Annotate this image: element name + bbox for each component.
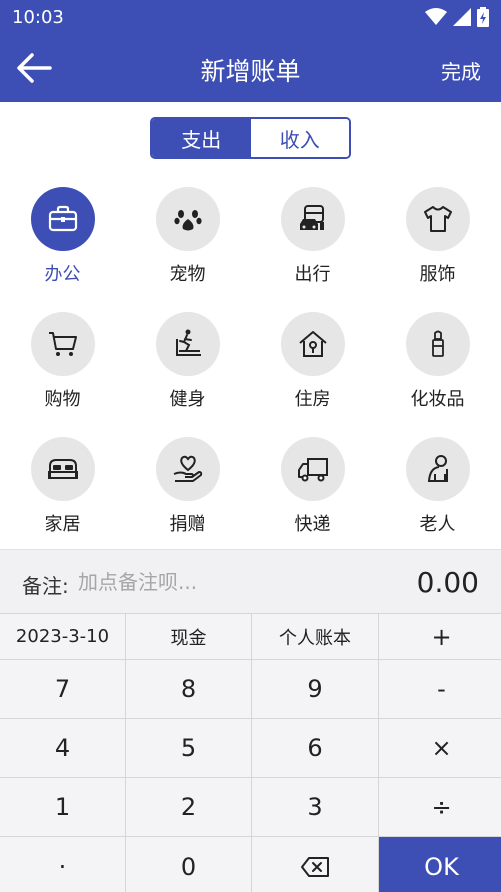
category-label: 家居 [44, 514, 81, 535]
category-icon-circle [30, 437, 95, 501]
backspace-button[interactable] [252, 837, 378, 892]
tab-expense[interactable]: 支出 [152, 119, 251, 157]
vehicles-icon [299, 205, 324, 230]
key-4[interactable]: 4 [0, 719, 125, 777]
lipstick-icon [431, 330, 444, 357]
category-express[interactable]: 快递 [250, 437, 375, 547]
category-label: 化妆品 [410, 389, 465, 410]
signal-icon [453, 8, 471, 26]
divide-key[interactable]: ÷ [379, 778, 501, 836]
category-donation[interactable]: 捐赠 [125, 437, 250, 547]
category-icon-circle [405, 437, 470, 501]
page-title: 新增账单 [200, 57, 301, 86]
note-input[interactable] [78, 564, 338, 600]
category-office[interactable]: 办公 [0, 187, 125, 297]
category-travel[interactable]: 出行 [250, 187, 375, 297]
key-0[interactable]: 0 [126, 837, 251, 892]
tab-income[interactable]: 收入 [250, 119, 349, 157]
category-icon-circle [405, 187, 470, 251]
category-label: 健身 [169, 389, 206, 410]
status-time: 10:03 [12, 6, 64, 28]
category-label: 捐赠 [169, 514, 206, 535]
decimal-key[interactable]: · [0, 837, 125, 892]
category-label: 住房 [294, 389, 331, 410]
category-label: 老人 [419, 514, 456, 535]
done-button[interactable]: 完成 [441, 56, 481, 85]
category-elderly[interactable]: 老人 [375, 437, 500, 547]
house-icon [298, 331, 327, 357]
paw-icon [173, 210, 202, 231]
category-icon-circle [155, 312, 220, 376]
category-icon-circle [280, 187, 345, 251]
key-5[interactable]: 5 [126, 719, 251, 777]
briefcase-icon [48, 205, 77, 232]
note-label: 备注: [22, 574, 69, 598]
category-housing[interactable]: 住房 [250, 312, 375, 422]
category-grid: 办公 宠物 出行 服饰 购物 健身 住房 化妆品 家居 捐赠 快递 老人 [0, 185, 501, 545]
category-icon-circle [155, 437, 220, 501]
category-label: 办公 [44, 264, 81, 285]
key-9[interactable]: 9 [252, 660, 378, 718]
category-icon-circle [280, 312, 345, 376]
category-cosmetics[interactable]: 化妆品 [375, 312, 500, 422]
category-icon-circle [30, 312, 95, 376]
tshirt-icon [423, 206, 452, 232]
category-fitness[interactable]: 健身 [125, 312, 250, 422]
category-icon-circle [280, 437, 345, 501]
truck-icon [297, 458, 328, 482]
ok-button[interactable]: OK [379, 837, 501, 892]
category-label: 服饰 [419, 264, 456, 285]
cart-icon [48, 332, 77, 356]
key-7[interactable]: 7 [0, 660, 125, 718]
category-icon-circle [30, 187, 95, 251]
key-1[interactable]: 1 [0, 778, 125, 836]
category-pet[interactable]: 宠物 [125, 187, 250, 297]
category-label: 宠物 [169, 264, 206, 285]
heart-hand-icon [173, 455, 202, 482]
category-label: 购物 [44, 389, 81, 410]
key-8[interactable]: 8 [126, 660, 251, 718]
keypad: 2023-3-10 现金 个人账本 + 7 8 9 - 4 5 6 × 1 2 … [0, 613, 501, 892]
elder-icon [427, 455, 448, 482]
wifi-icon [425, 8, 447, 25]
category-icon-circle [155, 187, 220, 251]
key-2[interactable]: 2 [126, 778, 251, 836]
category-icon-circle [405, 312, 470, 376]
category-clothing[interactable]: 服饰 [375, 187, 500, 297]
backspace-icon [301, 857, 329, 877]
amount-display: 0.00 [416, 566, 479, 599]
status-icons [425, 7, 489, 27]
type-toggle: 支出 收入 [150, 117, 351, 159]
bed-icon [47, 459, 78, 479]
treadmill-icon [175, 329, 201, 356]
minus-key[interactable]: - [379, 660, 501, 718]
category-shopping[interactable]: 购物 [0, 312, 125, 422]
key-6[interactable]: 6 [252, 719, 378, 777]
note-bar: 备注: 0.00 [0, 549, 501, 613]
category-label: 出行 [294, 264, 331, 285]
plus-key[interactable]: + [379, 614, 501, 659]
multiply-key[interactable]: × [379, 719, 501, 777]
category-home[interactable]: 家居 [0, 437, 125, 547]
book-selector[interactable]: 个人账本 [252, 614, 378, 659]
battery-icon [477, 7, 489, 27]
account-selector[interactable]: 现金 [126, 614, 251, 659]
status-bar: 10:03 [0, 0, 501, 34]
key-3[interactable]: 3 [252, 778, 378, 836]
date-picker-button[interactable]: 2023-3-10 [0, 614, 125, 659]
app-bar: 新增账单 完成 [0, 34, 501, 102]
category-label: 快递 [294, 514, 331, 535]
